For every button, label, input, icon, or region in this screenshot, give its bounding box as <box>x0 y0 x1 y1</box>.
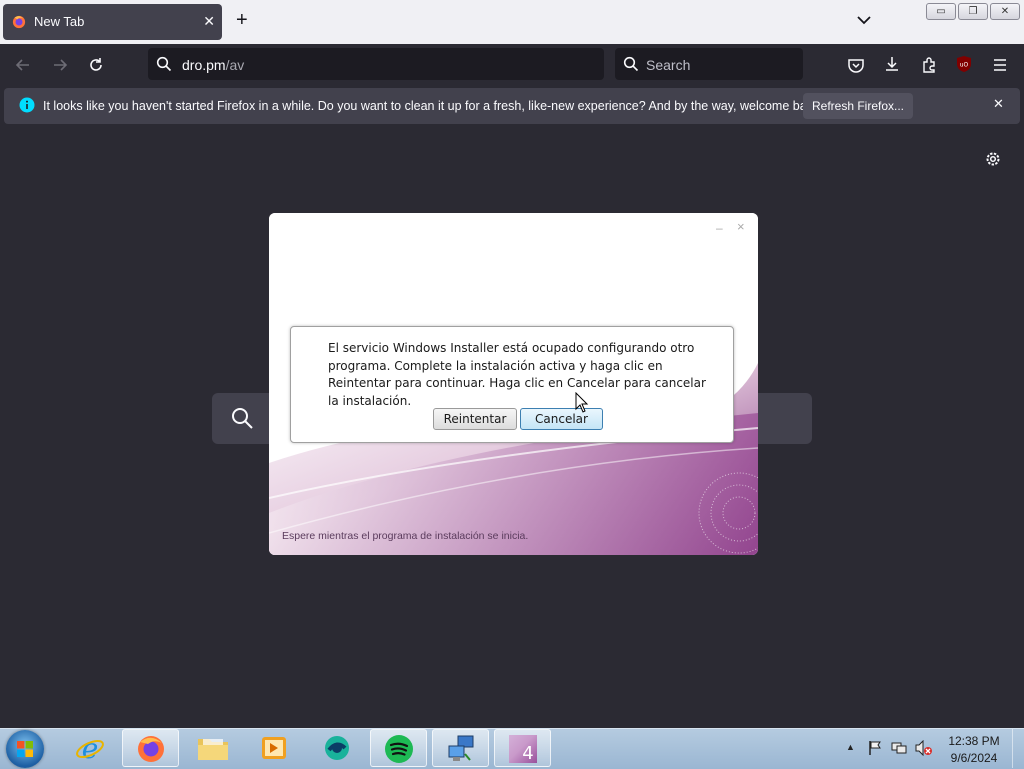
chat-app-icon <box>325 736 349 760</box>
pocket-icon[interactable] <box>847 56 865 74</box>
installer-status-text: Espere mientras el programa de instalaci… <box>282 530 529 542</box>
windows-logo-icon <box>17 741 33 757</box>
clock-time[interactable]: 12:38 PM <box>946 734 1002 748</box>
reload-icon[interactable] <box>87 56 105 74</box>
installer-close-button[interactable]: × <box>737 219 745 234</box>
notification-close-icon[interactable]: ✕ <box>993 96 1004 112</box>
info-icon <box>19 97 35 113</box>
downloads-icon[interactable] <box>883 55 901 73</box>
ublock-origin-icon[interactable]: uO <box>955 55 973 73</box>
restore-button[interactable]: ❐ <box>958 3 988 20</box>
search-icon <box>232 408 253 429</box>
extensions-icon[interactable] <box>920 56 938 74</box>
tab-new-tab[interactable]: New Tab ✕ <box>3 4 222 40</box>
back-icon[interactable] <box>14 56 32 74</box>
clock-date[interactable]: 9/6/2024 <box>946 751 1002 765</box>
volume-muted-icon[interactable] <box>915 740 933 756</box>
tab-title: New Tab <box>34 14 85 29</box>
internet-explorer-icon: e <box>76 734 104 762</box>
tab-close-icon[interactable]: ✕ <box>203 13 215 30</box>
action-center-flag-icon[interactable] <box>867 740 883 756</box>
forward-icon[interactable] <box>51 56 69 74</box>
firefox-icon <box>138 736 164 762</box>
url-domain: dro.pm <box>182 57 226 73</box>
new-tab-button[interactable]: + <box>236 10 248 30</box>
taskbar-media-player[interactable] <box>246 729 303 767</box>
installer-minimize-button[interactable]: – <box>716 221 723 235</box>
retry-button[interactable]: Reintentar <box>433 408 517 430</box>
folder-icon <box>198 739 228 760</box>
refresh-firefox-button[interactable]: Refresh Firefox... <box>803 93 913 119</box>
show-desktop-button[interactable] <box>1012 729 1024 768</box>
mouse-cursor-icon <box>575 392 589 413</box>
taskbar-chat-app[interactable] <box>308 729 365 767</box>
taskbar-firefox[interactable] <box>122 729 179 767</box>
paint-app-icon: 4 <box>509 735 537 764</box>
msi-message: El servicio Windows Installer está ocupa… <box>328 341 706 408</box>
taskbar-file-explorer[interactable] <box>185 729 242 767</box>
search-bar[interactable] <box>615 48 803 80</box>
menu-icon[interactable] <box>991 56 1009 74</box>
taskbar-internet-explorer[interactable]: e <box>61 729 118 767</box>
network-computer-icon <box>448 735 474 761</box>
gear-icon[interactable] <box>984 150 1002 168</box>
url-text[interactable]: dro.pm/av <box>182 57 244 73</box>
taskbar-network-app[interactable] <box>432 729 489 767</box>
show-hidden-icons-button[interactable]: ▲ <box>846 742 855 752</box>
svg-text:4: 4 <box>522 743 533 764</box>
start-button[interactable] <box>6 730 44 768</box>
media-player-icon <box>262 737 286 759</box>
close-button[interactable]: ✕ <box>990 3 1020 20</box>
taskbar-paint-app[interactable]: 4 <box>494 729 551 767</box>
network-icon[interactable] <box>891 740 907 756</box>
chevron-down-icon[interactable] <box>856 12 872 28</box>
taskbar-spotify[interactable] <box>370 729 427 767</box>
firefox-icon <box>12 15 26 29</box>
search-icon <box>623 56 639 72</box>
notification-message: It looks like you haven't started Firefo… <box>43 99 823 113</box>
svg-text:uO: uO <box>960 62 969 69</box>
cancel-button[interactable]: Cancelar <box>520 408 603 430</box>
search-placeholder[interactable]: Search <box>646 57 690 73</box>
url-path: /av <box>225 57 245 73</box>
spotify-icon <box>385 735 413 763</box>
minimize-button[interactable]: ▭ <box>926 3 956 20</box>
search-icon <box>156 56 172 72</box>
